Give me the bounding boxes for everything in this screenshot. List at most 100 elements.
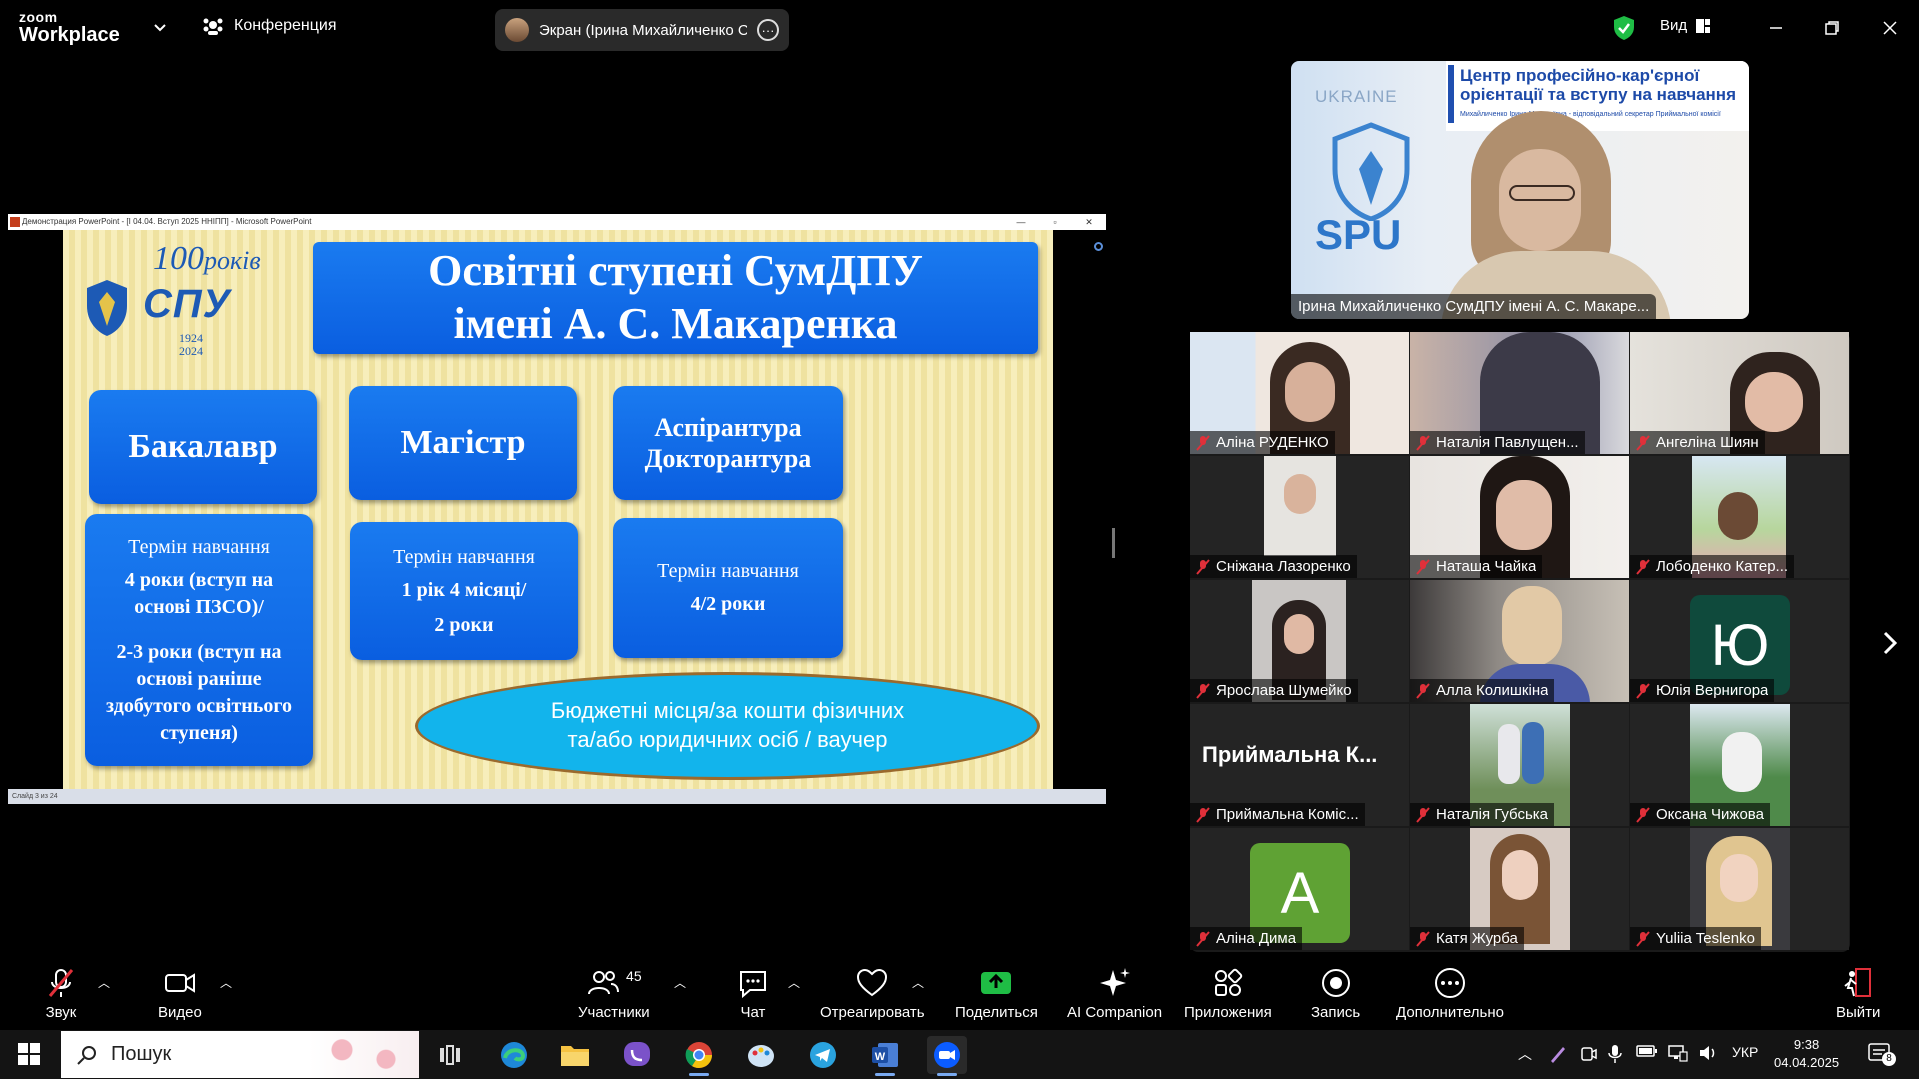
zoom-workplace-logo[interactable]: zoom Workplace: [19, 10, 120, 45]
participants-options-caret[interactable]: ︿: [674, 974, 686, 991]
minimize-window-button[interactable]: [1762, 14, 1790, 42]
ppt-close-icon[interactable]: ✕: [1074, 214, 1104, 230]
panel-resize-handle[interactable]: [1112, 528, 1115, 558]
participant-tile[interactable]: Ю Юлія Вернигора: [1630, 580, 1849, 702]
participant-tile[interactable]: Наташа Чайка: [1410, 456, 1629, 578]
participant-tile[interactable]: Аліна РУДЕНКО: [1190, 332, 1409, 454]
participant-tile[interactable]: Yuliia Teslenko: [1630, 828, 1849, 950]
active-speaker-video[interactable]: Центр професійно-кар'єрної орієнтації та…: [1291, 61, 1749, 319]
participant-name-tag: Алла Колишкіна: [1410, 679, 1555, 702]
close-window-button[interactable]: [1876, 14, 1904, 42]
pen-icon[interactable]: [1548, 1044, 1568, 1064]
speaker-figure: [1441, 111, 1671, 319]
participant-tile[interactable]: Ангеліна Шиян: [1630, 332, 1849, 454]
participant-name: Наташа Чайка: [1436, 558, 1537, 575]
show-hidden-icons-chevron[interactable]: ︿: [1518, 1044, 1532, 1064]
restore-window-button[interactable]: [1818, 14, 1846, 42]
chat-button[interactable]: Чат: [736, 966, 770, 1021]
windows-start-icon[interactable]: [18, 1043, 40, 1065]
chrome-icon[interactable]: [679, 1036, 719, 1076]
banner-title-line-1: Центр професійно-кар'єрної: [1460, 66, 1700, 85]
muted-mic-icon: [1636, 930, 1650, 947]
leave-label: Выйти: [1836, 1004, 1881, 1021]
view-button[interactable]: Вид: [1660, 17, 1711, 34]
clock-time: 9:38: [1793, 1037, 1820, 1052]
bachelor-term-line-1: 4 роки (вступ на основі ПЗСО)/: [124, 568, 274, 618]
presenter-avatar: [505, 18, 529, 42]
phd-box: Аспірантура Докторантура: [613, 386, 843, 500]
master-term-box: Термін навчання 1 рік 4 місяці/ 2 роки: [350, 522, 578, 660]
chat-options-caret[interactable]: ︿: [788, 974, 800, 991]
taskbar-search-box[interactable]: Пошук: [61, 1031, 419, 1078]
encryption-shield-icon[interactable]: [1612, 15, 1636, 41]
participant-tile[interactable]: Лободенко Катер...: [1630, 456, 1849, 578]
word-icon[interactable]: W: [865, 1036, 905, 1076]
volume-icon[interactable]: [1698, 1044, 1718, 1062]
muted-microphone-icon: [48, 969, 74, 997]
muted-mic-icon: [1196, 930, 1210, 947]
participants-button[interactable]: 45 Участники: [578, 966, 650, 1021]
participant-tile[interactable]: А Аліна Дима: [1190, 828, 1409, 950]
phd-term-value: 4/2 роки: [690, 593, 766, 615]
bachelor-term-box: Термін навчання 4 роки (вступ на основі …: [85, 514, 313, 766]
leave-meeting-button[interactable]: Выйти: [1836, 966, 1880, 1021]
video-button[interactable]: Видео: [158, 966, 202, 1021]
share-screen-button[interactable]: Поделиться: [955, 966, 1038, 1021]
participant-name-tag: Аліна РУДЕНКО: [1190, 431, 1335, 454]
ai-sparkle-icon: [1099, 968, 1130, 996]
battery-icon[interactable]: [1636, 1044, 1658, 1058]
more-button[interactable]: Дополнительно: [1396, 966, 1504, 1021]
search-highlight-image: [309, 1031, 419, 1078]
keyboard-language[interactable]: УКР: [1732, 1044, 1758, 1060]
participant-tile[interactable]: Ярослава Шумейко: [1190, 580, 1409, 702]
muted-mic-icon: [1196, 434, 1210, 451]
meet-now-icon[interactable]: [1580, 1044, 1598, 1064]
notifications-button[interactable]: 8: [1868, 1042, 1896, 1068]
avatar-letter: А: [1280, 860, 1320, 926]
more-options-icon[interactable]: ···: [757, 19, 779, 41]
ai-companion-button[interactable]: AI Companion: [1067, 966, 1162, 1021]
viber-icon[interactable]: [617, 1036, 657, 1074]
phd-term-box: Термін навчання 4/2 роки: [613, 518, 843, 658]
participant-display-name: Приймальна К...: [1202, 742, 1378, 767]
meeting-controls-bar: Звук ︿ Видео ︿ 45 Участники ︿ Чат ︿ Отре…: [0, 958, 1919, 1030]
powerpoint-status-bar: Слайд 3 из 24: [8, 789, 1106, 804]
ppt-restore-icon[interactable]: ▫: [1040, 214, 1070, 230]
participant-tile[interactable]: Катя Журба: [1410, 828, 1629, 950]
clock-date: 04.04.2025: [1774, 1055, 1840, 1070]
telegram-icon[interactable]: [803, 1036, 843, 1074]
minimize-icon: [1770, 27, 1782, 29]
participant-tile[interactable]: Наталія Губська: [1410, 704, 1629, 826]
powerpoint-window-title: Демонстрация PowerPoint - [І 04.04. Всту…: [22, 217, 312, 226]
audio-options-caret[interactable]: ︿: [98, 974, 110, 991]
react-options-caret[interactable]: ︿: [912, 974, 924, 991]
chevron-down-icon[interactable]: [151, 18, 169, 36]
presentation-slide: 100років СПУ 1924 2024 Освітні ступені С…: [63, 230, 1053, 789]
participant-tile[interactable]: Приймальна К... Приймальна Коміс...: [1190, 704, 1409, 826]
spu-emblem-icon: [87, 280, 127, 336]
participant-tile[interactable]: Оксана Чижова: [1630, 704, 1849, 826]
more-dots-icon: [1434, 968, 1465, 998]
microphone-tray-icon[interactable]: [1608, 1044, 1622, 1064]
apps-button[interactable]: Приложения: [1184, 966, 1272, 1021]
taskbar-clock[interactable]: 9:38 04.04.2025: [1774, 1036, 1839, 1072]
zoom-app-icon[interactable]: [927, 1036, 967, 1076]
shared-screen[interactable]: Демонстрация PowerPoint - [І 04.04. Всту…: [8, 214, 1106, 804]
participant-name: Аліна РУДЕНКО: [1216, 434, 1329, 451]
react-button[interactable]: Отреагировать: [820, 966, 925, 1021]
audio-button[interactable]: Звук: [44, 966, 78, 1021]
paint-icon[interactable]: [741, 1036, 781, 1074]
task-view-icon[interactable]: [430, 1036, 470, 1074]
video-options-caret[interactable]: ︿: [220, 974, 232, 991]
ppt-minimize-icon[interactable]: —: [1006, 214, 1036, 230]
conference-info-button[interactable]: Конференция: [202, 16, 337, 36]
participant-tile[interactable]: Наталія Павлущен...: [1410, 332, 1629, 454]
participant-tile[interactable]: Сніжана Лазоренко: [1190, 456, 1409, 578]
network-icon[interactable]: [1668, 1044, 1688, 1062]
file-explorer-icon[interactable]: [555, 1036, 595, 1074]
next-page-arrow-icon[interactable]: [1882, 630, 1898, 656]
edge-browser-icon[interactable]: [494, 1036, 534, 1074]
record-button[interactable]: Запись: [1311, 966, 1360, 1021]
participant-tile[interactable]: Алла Колишкіна: [1410, 580, 1629, 702]
screen-share-indicator[interactable]: Экран (Ірина Михайличенко Су ···: [495, 9, 789, 51]
